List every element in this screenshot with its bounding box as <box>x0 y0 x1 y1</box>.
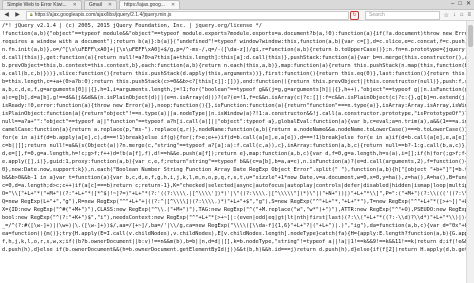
code-line: b=this.length,c=+a+(0>a?b:0);return this… <box>2 79 466 85</box>
code-line: e.apply([],i)},guid:1,proxy:function(a,b… <box>2 159 466 165</box>
code-line: a.call(b,c,b)}))},slice:function(){retur… <box>2 71 466 77</box>
vertical-scrollbar[interactable] <box>466 21 474 283</box>
back-arrow-icon[interactable]: ◀ <box>2 11 11 19</box>
tab-simple-web[interactable]: Simple Web to Error Kiwi... ✕ <box>2 0 82 9</box>
title-bar: Simple Web to Error Kiwi... ✕ Gmail ✕ ht… <box>0 0 474 10</box>
code-line: a)c=g[b],d=a[b],g!==d&&(j&&d&&(n.isPlain… <box>2 95 466 101</box>
code-line: isReady:!0,error:function(a){throw new E… <box>2 103 466 109</box>
url-text: https://ajax.googleapis.com/ajax/libs/jq… <box>34 11 172 18</box>
maximize-button[interactable]: □ <box>458 0 462 9</box>
code-line: bool:new RegExp("^(?:"+K+")$","i"),needs… <box>2 215 466 221</box>
menu-icon[interactable]: ≡ <box>467 12 471 19</box>
source-code-view: /*! jQuery v2.1.4 | (c) 2005, 2015 jQuer… <box>0 21 466 283</box>
code-line: _=/^(?:#([\w-]+)|(\w+)|\.([\w-]+))$/,aa=… <box>2 223 466 229</box>
close-window-button[interactable]: ✕ <box>466 0 471 9</box>
close-icon[interactable]: ✕ <box>73 1 77 9</box>
close-icon[interactable]: ✕ <box>108 1 112 9</box>
code-line: f,h,j,k,l,o,r,s,w,x;if((b?b.ownerDocumen… <box>2 239 466 245</box>
reload-icon[interactable]: ↻ <box>350 10 359 20</box>
forward-arrow-icon[interactable]: ▶ <box>13 11 22 19</box>
code-line: d.call(this)},get:function(a){return nul… <box>2 55 466 61</box>
tab-label: Gmail <box>88 2 102 8</box>
tab-label: https://ajax.goog... <box>124 2 165 8</box>
code-line: X={ID:new RegExp("^#("+M+")"),CLASS:new … <box>2 207 466 213</box>
code-line: b.prevObject=this,b.context=this.context… <box>2 63 466 69</box>
code-line: d.push(h),d}else if(b.ownerDocument&&(h=… <box>2 247 466 253</box>
navigation-bar: ◀ ▶ 🔒︎ https://ajax.googleapis.com/ajax/… <box>0 10 474 21</box>
code-line: ea=function(){m()};try{H.apply(E=I.call(… <box>2 231 466 237</box>
tab-label: Simple Web to Error Kiwi... <box>7 2 67 8</box>
code-line: /*! jQuery v2.1.4 | (c) 2005, 2015 jQuer… <box>2 23 262 29</box>
code-line: !function(a,b){"object"==typeof module&&… <box>2 31 466 37</box>
code-line: Q=new RegExp(L+"+","g"),R=new RegExp("^"… <box>2 199 466 205</box>
download-icon[interactable]: ↓ <box>453 12 456 19</box>
code-line: a,b,c,d,e,f,g=arguments[0]||{},h=1,i=arg… <box>2 87 466 93</box>
code-line: c=b||[];return null!=a&&(s(Object(a))?n.… <box>2 143 466 149</box>
close-icon[interactable]: ✕ <box>171 1 175 9</box>
code-line: null==a?a+"":"object"==typeof a||"functi… <box>2 119 466 125</box>
tab-jquery[interactable]: https://ajax.goog... ✕ <box>119 0 181 9</box>
tab-gmail[interactable]: Gmail ✕ <box>83 0 118 9</box>
code-line: d,e=[],f=0,g=a.length,h=!c;g>f;f++)d=!b(… <box>2 151 466 157</box>
code-line: O="\\["+L+"*("+M+")(?:"+L+"*([*^$|!~]?=)… <box>2 191 466 197</box>
code-line: isPlainObject:function(a){return"object"… <box>2 111 466 117</box>
minimize-button[interactable]: – <box>451 0 454 9</box>
window-controls: – □ ✕ <box>451 0 471 9</box>
code-line: c=0,d=a.length;d>c;c++)if(a[c]===b)retur… <box>2 183 466 189</box>
code-line: 0},now:Date.now,support:k}),n.each("Bool… <box>2 167 466 173</box>
address-bar[interactable]: 🔒︎ https://ajax.googleapis.com/ajax/libs… <box>26 10 349 20</box>
lock-icon: 🔒︎ <box>30 11 33 18</box>
code-line: requires a window with a document");retu… <box>2 39 466 45</box>
code-line: for(e in a)if(d=b.apply(a[e],c),d===!1)b… <box>2 135 466 141</box>
code-line: b&&b>0&&b-1 in a}var t=function(a){var b… <box>2 175 466 181</box>
bookmark-star-icon[interactable]: ☆ <box>443 12 448 19</box>
code-line: n.fn.init(a,b)},o=/^[\s\uFEFF\xA0]+|[\s\… <box>2 47 466 53</box>
code-line: camelCase:function(a){return a.replace(p… <box>2 127 466 133</box>
toolbar-icons: ☆ ↓ ⌂ ≡ <box>443 12 471 19</box>
home-icon[interactable]: ⌂ <box>460 12 464 19</box>
search-input[interactable]: Search <box>365 10 440 20</box>
scrollbar-thumb[interactable] <box>468 25 473 47</box>
